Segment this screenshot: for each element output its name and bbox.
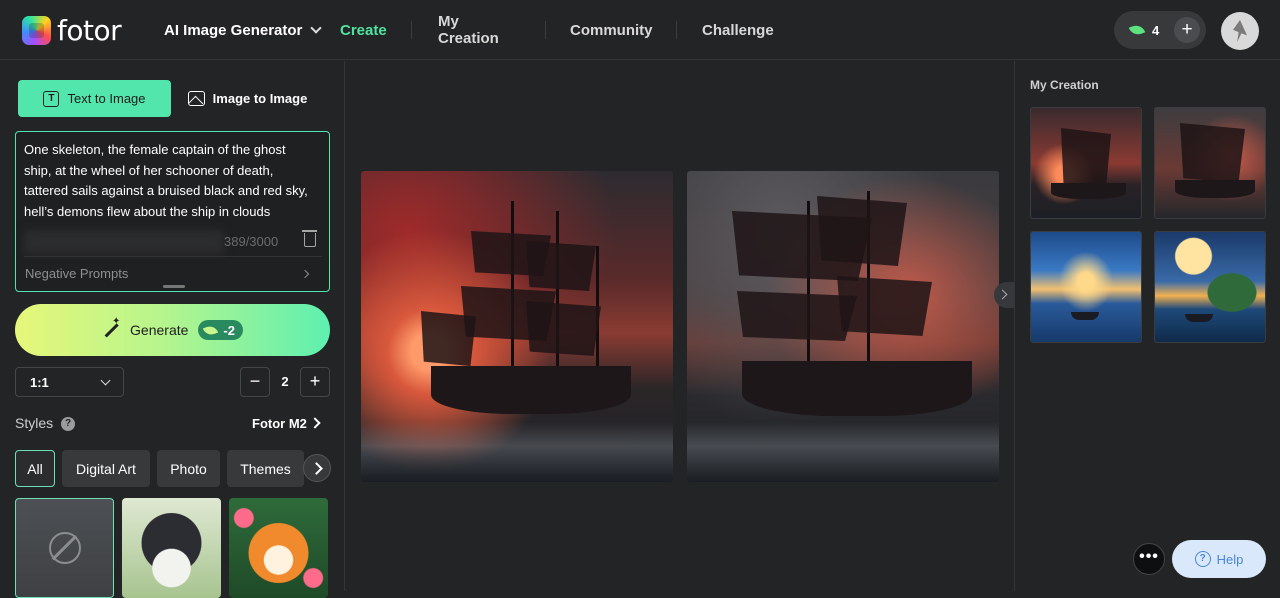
- aspect-ratio-value: 1:1: [30, 374, 49, 390]
- nav-my-creation[interactable]: My Creation: [438, 13, 499, 47]
- top-navigation-bar: fotor AI Image Generator Create My Creat…: [0, 0, 1280, 60]
- char-count: 389/3000: [224, 234, 279, 249]
- chip-themes[interactable]: Themes: [227, 450, 304, 487]
- model-selector[interactable]: Fotor M2: [252, 416, 307, 431]
- generated-image-1[interactable]: [361, 171, 673, 482]
- credits-pill[interactable]: 4 +: [1114, 11, 1206, 49]
- leaf-credit-icon: [203, 323, 219, 337]
- results-area: [346, 61, 1014, 591]
- tab-text-to-image[interactable]: T Text to Image: [18, 80, 171, 117]
- collapse-panel-button[interactable]: [994, 282, 1014, 308]
- nav-community[interactable]: Community: [570, 20, 653, 40]
- help-label: Help: [1216, 551, 1244, 567]
- nav-divider: [411, 21, 412, 39]
- boat: [1185, 314, 1213, 322]
- chevron-down-icon: [310, 21, 323, 34]
- prompt-textarea[interactable]: One skeleton, the female captain of the …: [24, 140, 316, 222]
- nav-challenge[interactable]: Challenge: [702, 20, 774, 40]
- fotor-logo-icon: [22, 16, 51, 45]
- mode-tabs: T Text to Image Image to Image: [18, 80, 324, 117]
- user-avatar[interactable]: [1221, 12, 1259, 50]
- fotor-logo[interactable]: fotor: [22, 14, 122, 47]
- no-style-icon: [49, 532, 81, 564]
- nav-divider: [676, 21, 677, 39]
- image-icon: [187, 91, 205, 106]
- aspect-ratio-select[interactable]: 1:1: [15, 367, 124, 397]
- more-options-button[interactable]: •••: [1133, 543, 1165, 575]
- chevron-down-icon: [100, 375, 111, 386]
- ship-sail: [817, 196, 907, 266]
- sea-waves: [361, 422, 673, 482]
- trash-icon[interactable]: [302, 230, 317, 247]
- ship-hull: [1051, 183, 1126, 199]
- generate-label: Generate: [130, 322, 189, 338]
- creation-thumbnail[interactable]: [1154, 107, 1266, 219]
- chip-photo[interactable]: Photo: [157, 450, 220, 487]
- ship-hull: [742, 361, 972, 416]
- ship-sail: [526, 301, 601, 356]
- prompt-overflow-fade: [24, 230, 224, 254]
- ship-hull: [431, 366, 631, 414]
- chip-digital-art[interactable]: Digital Art: [62, 450, 150, 487]
- my-creation-title: My Creation: [1030, 78, 1099, 92]
- text-icon: T: [43, 90, 60, 107]
- ship-sail: [1180, 123, 1245, 183]
- divider: [24, 256, 322, 257]
- creation-thumbnail[interactable]: [1030, 231, 1142, 343]
- quantity-value: 2: [281, 374, 289, 389]
- nav-divider: [545, 21, 546, 39]
- creation-thumbnail[interactable]: [1154, 231, 1266, 343]
- credits-count: 4: [1152, 22, 1160, 38]
- tab-image-to-image[interactable]: Image to Image: [171, 80, 324, 117]
- ship-sail: [1061, 128, 1111, 188]
- chip-all[interactable]: All: [15, 450, 55, 487]
- quantity-decrease-button[interactable]: −: [240, 367, 270, 397]
- style-card-none[interactable]: [15, 498, 114, 598]
- negative-prompts-toggle[interactable]: Negative Prompts: [25, 266, 128, 281]
- chevron-right-icon: [300, 269, 310, 279]
- tab-text-to-image-label: Text to Image: [67, 91, 146, 106]
- logo-text: fotor: [57, 14, 122, 47]
- add-credits-button[interactable]: +: [1174, 17, 1200, 43]
- ship-sail: [837, 276, 932, 336]
- nav-ai-image-generator-label: AI Image Generator: [164, 21, 303, 39]
- help-icon[interactable]: ?: [61, 417, 75, 431]
- nav-ai-image-generator[interactable]: AI Image Generator: [164, 20, 323, 40]
- quantity-increase-button[interactable]: +: [300, 367, 330, 397]
- generate-button[interactable]: Generate -2: [15, 304, 330, 356]
- styles-label: Styles: [15, 415, 54, 431]
- style-card-husky[interactable]: [122, 498, 221, 598]
- creation-thumbnail[interactable]: [1030, 107, 1142, 219]
- generator-panel: T Text to Image Image to Image One skele…: [0, 61, 345, 598]
- prompt-box: One skeleton, the female captain of the …: [15, 131, 330, 292]
- avatar-bird-icon: [1233, 20, 1247, 42]
- sea-waves: [687, 422, 999, 482]
- boat: [1071, 312, 1099, 320]
- main-nav: AI Image Generator Create My Creation Co…: [164, 0, 774, 60]
- my-creation-panel: My Creation: [1014, 61, 1280, 591]
- help-button[interactable]: ? Help: [1172, 540, 1266, 578]
- generated-image-2[interactable]: [687, 171, 999, 482]
- ship-hull: [1175, 180, 1255, 198]
- credit-cost: -2: [223, 322, 235, 338]
- help-icon: ?: [1194, 551, 1211, 567]
- ship-sail: [421, 311, 476, 366]
- tab-image-to-image-label: Image to Image: [212, 91, 308, 106]
- nav-create[interactable]: Create: [340, 20, 387, 40]
- leaf-credit-icon: [1128, 22, 1146, 38]
- resize-handle[interactable]: [163, 285, 185, 288]
- chips-next-button[interactable]: [303, 454, 331, 482]
- magic-wand-icon: [102, 316, 122, 340]
- chevron-right-icon[interactable]: [309, 417, 321, 429]
- style-card-shiba[interactable]: [229, 498, 328, 598]
- ship-sail: [526, 241, 596, 291]
- credit-cost-badge: -2: [198, 320, 243, 340]
